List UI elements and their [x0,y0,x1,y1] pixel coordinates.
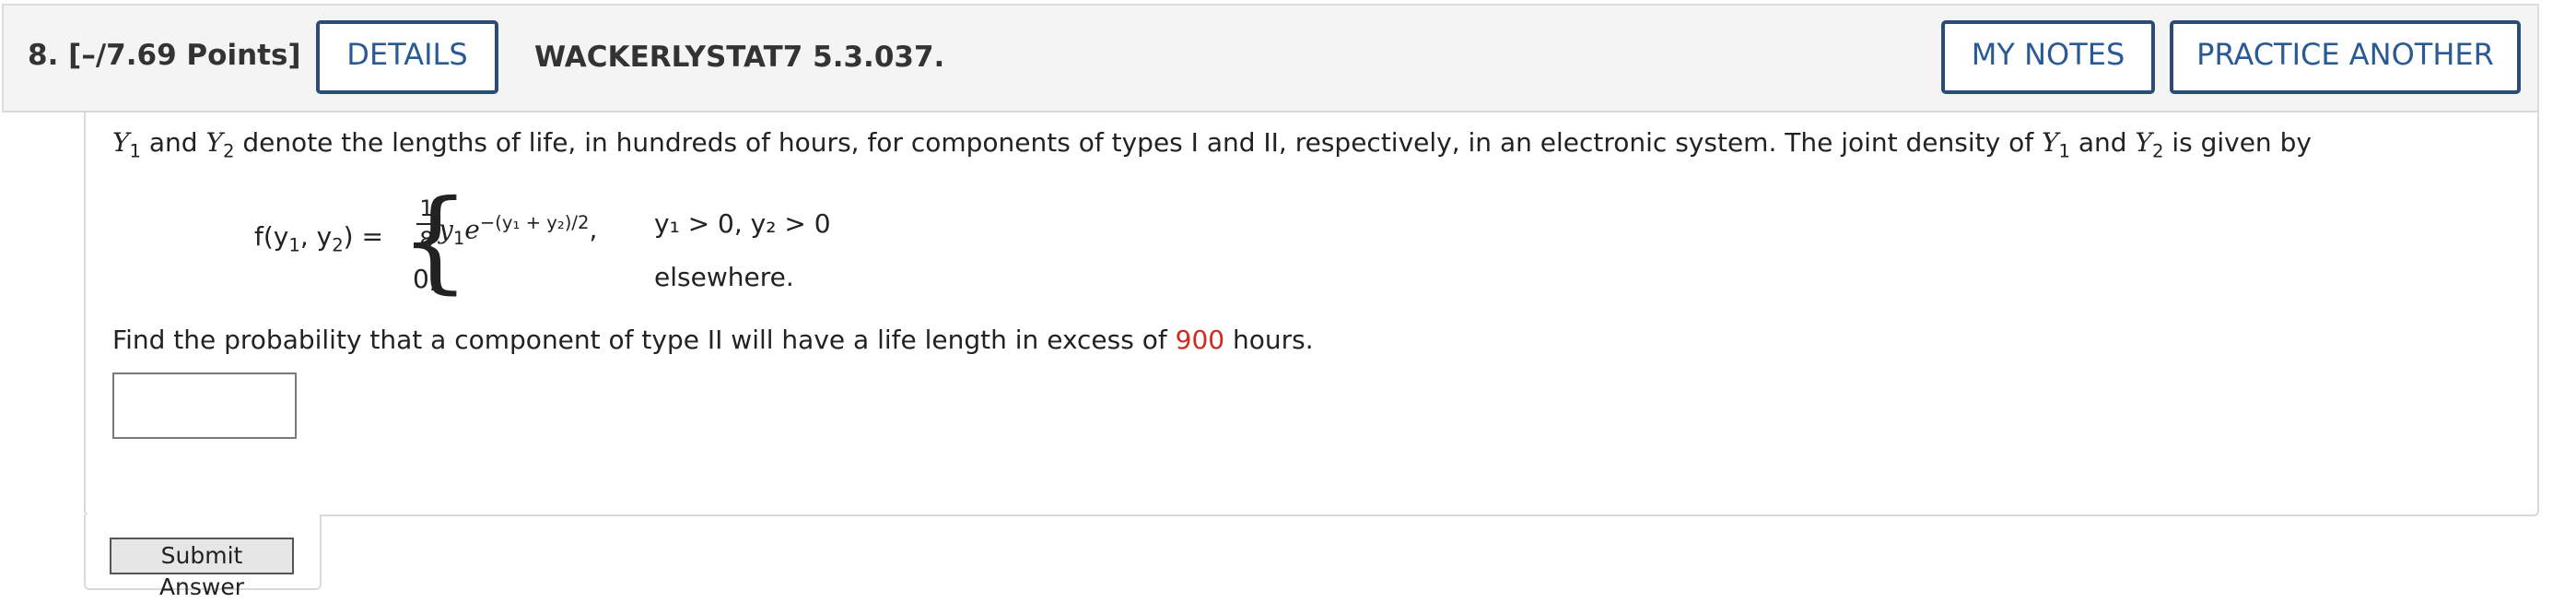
fraction: 1 8 [416,195,437,253]
case2-condition: elsewhere. [654,262,794,292]
question-points: [–/7.69 Points] [68,39,301,72]
my-notes-button[interactable]: MY NOTES [1941,20,2155,94]
question-title: 8. [–/7.69 Points] [28,39,301,72]
case2-value: 0, [413,264,438,294]
question-number: 8. [28,39,59,72]
problem-intro: Y1 and Y2 denote the lengths of life, in… [112,127,2312,162]
details-button[interactable]: DETAILS [316,20,498,94]
submit-answer-button[interactable]: Submit Answer [110,538,294,600]
question-code: WACKERLYSTAT7 5.3.037. [534,41,945,74]
highlighted-value: 900 [1175,325,1225,355]
practice-another-button[interactable]: PRACTICE ANOTHER [2170,20,2521,94]
question-body [84,111,2539,516]
answer-input[interactable] [112,372,297,439]
case1-condition: y₁ > 0, y₂ > 0 [654,208,831,239]
question-text: Find the probability that a component of… [112,325,1314,355]
density-function-lhs: f(y1, y2) = [254,221,383,256]
case1-expression: y1e−(y₁ + y₂)/2, [439,212,598,249]
